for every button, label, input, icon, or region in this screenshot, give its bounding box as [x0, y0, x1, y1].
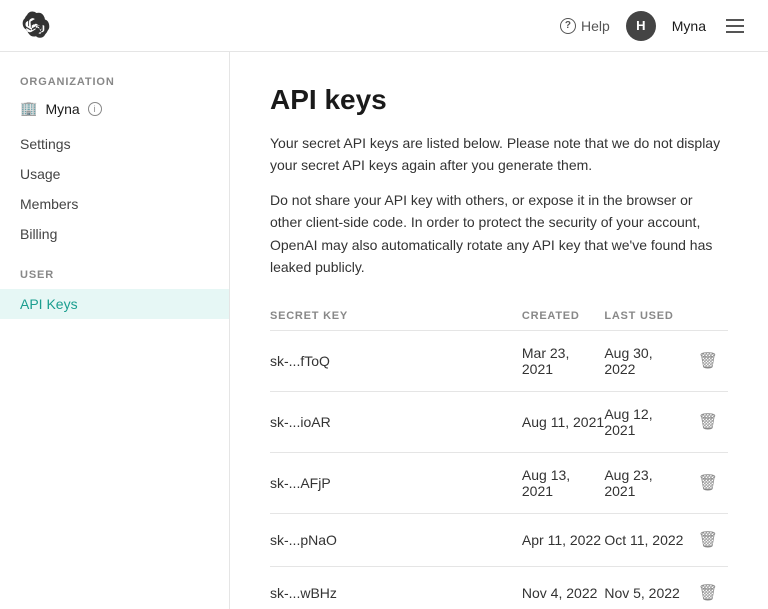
last-used-cell: Aug 12, 2021 [604, 392, 686, 453]
col-header-key: SECRET KEY [270, 302, 522, 331]
user-name: Myna [672, 18, 706, 34]
sidebar: ORGANIZATION 🏢 Myna i Settings Usage Mem… [0, 52, 230, 609]
key-cell: sk-...AFjP [270, 453, 522, 514]
org-section-label: ORGANIZATION [0, 76, 229, 96]
nav-left [20, 10, 52, 42]
created-cell: Aug 13, 2021 [522, 453, 604, 514]
last-used-cell: Aug 30, 2022 [604, 331, 686, 392]
action-cell: 🗑 [687, 392, 728, 453]
key-cell: sk-...pNaO [270, 514, 522, 567]
sidebar-item-members[interactable]: Members [0, 189, 229, 219]
openai-logo[interactable] [20, 10, 52, 42]
layout: ORGANIZATION 🏢 Myna i Settings Usage Mem… [0, 52, 768, 609]
org-name: Myna [45, 101, 79, 117]
delete-key-button[interactable]: 🗑 [692, 410, 724, 434]
table-row: sk-...fToQ Mar 23, 2021 Aug 30, 2022 🗑 [270, 331, 728, 392]
table-row: sk-...AFjP Aug 13, 2021 Aug 23, 2021 🗑 [270, 453, 728, 514]
action-cell: 🗑 [687, 453, 728, 514]
key-cell: sk-...wBHz [270, 567, 522, 609]
delete-key-button[interactable]: 🗑 [692, 528, 724, 552]
table-row: sk-...wBHz Nov 4, 2022 Nov 5, 2022 🗑 [270, 567, 728, 609]
user-avatar[interactable]: H [626, 11, 656, 41]
delete-key-button[interactable]: 🗑 [692, 349, 724, 373]
user-section-label: USER [0, 269, 229, 289]
last-used-cell: Aug 23, 2021 [604, 453, 686, 514]
org-row: 🏢 Myna i [0, 96, 229, 129]
main-content: API keys Your secret API keys are listed… [230, 52, 768, 609]
created-cell: Aug 11, 2021 [522, 392, 604, 453]
api-keys-table: SECRET KEY CREATED LAST USED sk-...fToQ … [270, 302, 728, 609]
key-cell: sk-...fToQ [270, 331, 522, 392]
help-link[interactable]: ? Help [560, 18, 610, 34]
help-circle-icon: ? [560, 18, 576, 34]
col-header-created: CREATED [522, 302, 604, 331]
last-used-cell: Oct 11, 2022 [604, 514, 686, 567]
delete-key-button[interactable]: 🗑 [692, 581, 724, 605]
nav-right: ? Help H Myna [560, 11, 748, 41]
hamburger-menu[interactable] [722, 15, 748, 37]
action-cell: 🗑 [687, 331, 728, 392]
last-used-cell: Nov 5, 2022 [604, 567, 686, 609]
top-nav: ? Help H Myna [0, 0, 768, 52]
description-2: Do not share your API key with others, o… [270, 189, 728, 279]
building-icon: 🏢 [20, 100, 37, 117]
sidebar-item-billing[interactable]: Billing [0, 219, 229, 249]
col-header-last-used: LAST USED [604, 302, 686, 331]
created-cell: Mar 23, 2021 [522, 331, 604, 392]
key-cell: sk-...ioAR [270, 392, 522, 453]
table-row: sk-...pNaO Apr 11, 2022 Oct 11, 2022 🗑 [270, 514, 728, 567]
table-header-row: SECRET KEY CREATED LAST USED [270, 302, 728, 331]
help-label: Help [581, 18, 610, 34]
page-title: API keys [270, 84, 728, 116]
sidebar-item-settings[interactable]: Settings [0, 129, 229, 159]
action-cell: 🗑 [687, 514, 728, 567]
description-1: Your secret API keys are listed below. P… [270, 132, 728, 177]
created-cell: Apr 11, 2022 [522, 514, 604, 567]
table-row: sk-...ioAR Aug 11, 2021 Aug 12, 2021 🗑 [270, 392, 728, 453]
user-section: USER API Keys [0, 269, 229, 319]
created-cell: Nov 4, 2022 [522, 567, 604, 609]
sidebar-item-usage[interactable]: Usage [0, 159, 229, 189]
delete-key-button[interactable]: 🗑 [692, 471, 724, 495]
col-header-action [687, 302, 728, 331]
org-info-icon[interactable]: i [88, 102, 102, 116]
action-cell: 🗑 [687, 567, 728, 609]
sidebar-item-api-keys[interactable]: API Keys [0, 289, 229, 319]
